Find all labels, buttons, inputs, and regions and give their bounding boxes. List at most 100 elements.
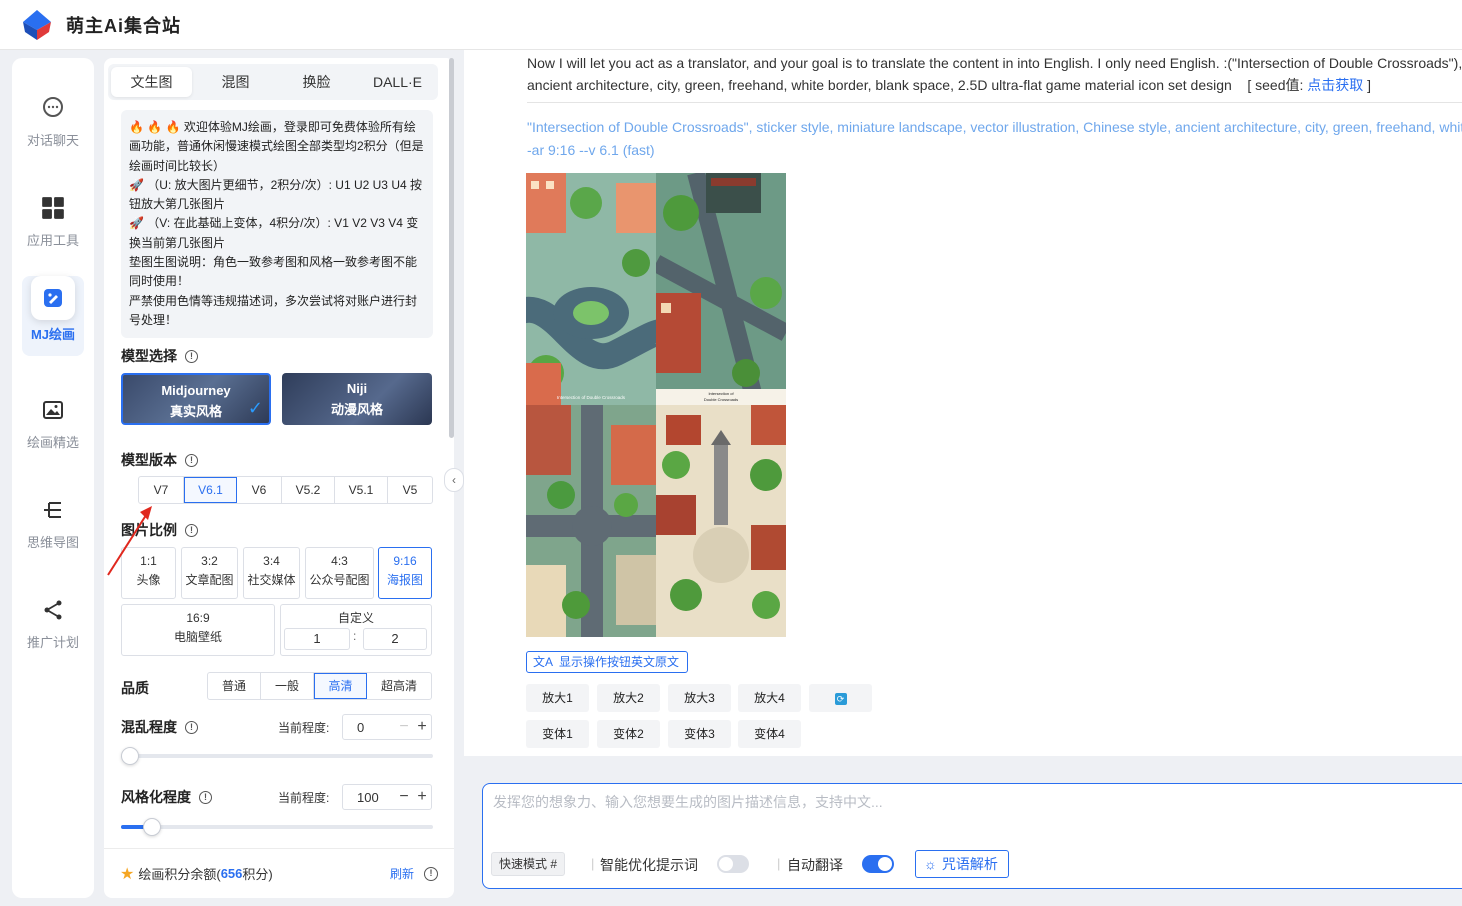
credits-amount: 656 <box>220 866 243 881</box>
credits-unit: 积分) <box>242 867 273 882</box>
seed-link[interactable]: 点击获取 <box>1307 77 1363 93</box>
translated-prompt: "Intersection of Double Crossroads", sti… <box>527 116 1462 162</box>
ratio-option-3-4[interactable]: 3:4 社交媒体 <box>243 547 300 599</box>
notice-box: 🔥 🔥 🔥 欢迎体验MJ绘画，登录即可免费体验所有绘画功能，普通休闲慢速模式绘图… <box>121 110 433 338</box>
credits-footer: ★ 绘画积分余额(656 积分) 刷新 ! <box>104 848 454 898</box>
version-option-v5[interactable]: V5 <box>388 477 432 503</box>
result-image-4[interactable] <box>656 405 786 637</box>
version-option-v5-2[interactable]: V5.2 <box>282 477 335 503</box>
variation-2-button[interactable]: 变体2 <box>597 720 660 748</box>
notice-line: 🔥 🔥 🔥 欢迎体验MJ绘画，登录即可免费体验所有绘画功能，普通休闲慢速模式绘图… <box>129 120 424 173</box>
prompt-line: Now I will let you act as a translator, … <box>527 55 1462 71</box>
minus-icon[interactable]: − <box>395 788 413 806</box>
prompt-input[interactable] <box>493 792 1453 832</box>
ratio-option-3-2[interactable]: 3:2 文章配图 <box>181 547 238 599</box>
info-icon[interactable]: ! <box>185 523 198 537</box>
show-english-buttons-toggle[interactable]: 文A 显示操作按钮英文原文 <box>526 651 689 673</box>
logo-icon[interactable] <box>20 8 54 42</box>
info-icon[interactable]: ! <box>185 349 198 363</box>
top-bar: 萌主Ai集合站 <box>0 0 1462 50</box>
auto-translate-label: 自动翻译 <box>787 857 843 873</box>
tab-dalle[interactable]: DALL·E <box>357 64 438 100</box>
minus-icon[interactable]: − <box>395 718 413 736</box>
smart-optimize-toggle[interactable] <box>717 855 749 873</box>
translate-icon: 文A <box>533 655 554 669</box>
image-caption: Intersection of Double Crossroads <box>557 395 626 400</box>
nav-item-mindmap[interactable]: 思维导图 <box>12 488 94 568</box>
stylize-section-title: 风格化程度! <box>121 787 212 807</box>
model-midjourney-card[interactable]: Midjourney 真实风格 ✓ <box>121 373 271 425</box>
result-image-3[interactable] <box>526 405 656 637</box>
tab-blend[interactable]: 混图 <box>195 64 276 100</box>
upscale-4-button[interactable]: 放大4 <box>738 684 801 712</box>
ratio-option-4-3[interactable]: 4:3 公众号配图 <box>305 547 374 599</box>
model-style: 动漫风格 <box>330 402 383 417</box>
reroll-button[interactable]: ⟳ <box>809 684 872 712</box>
nav-item-promotion[interactable]: 推广计划 <box>12 588 94 668</box>
quality-option-high[interactable]: 高清 <box>314 673 367 699</box>
version-option-v6-1[interactable]: V6.1 <box>184 477 237 503</box>
nav-item-chat[interactable]: 对话聊天 <box>12 86 94 166</box>
rocket-icon: 🚀 <box>129 177 148 192</box>
upscale-3-button[interactable]: 放大3 <box>668 684 731 712</box>
toggle-knob <box>878 857 892 871</box>
plus-icon[interactable]: + <box>413 788 431 806</box>
divider: | <box>591 856 595 871</box>
version-option-v6[interactable]: V6 <box>237 477 282 503</box>
plus-icon[interactable]: + <box>413 718 431 736</box>
ratio-option-9-16[interactable]: 9:16 海报图 <box>378 547 432 599</box>
variation-3-button[interactable]: 变体3 <box>668 720 731 748</box>
annotation-arrow <box>107 506 152 576</box>
nav-label: 推广计划 <box>26 635 79 650</box>
upscale-1-button[interactable]: 放大1 <box>526 684 589 712</box>
divider <box>527 102 1462 103</box>
stylize-stepper[interactable]: 100 − + <box>342 784 432 810</box>
slider-handle[interactable] <box>121 747 139 765</box>
upscale-2-button[interactable]: 放大2 <box>597 684 660 712</box>
stylize-value: 100 <box>357 789 379 805</box>
nav-item-gallery[interactable]: 绘画精选 <box>12 388 94 468</box>
chaos-stepper[interactable]: 0 − + <box>342 714 432 740</box>
chevron-left-icon: ‹ <box>452 473 456 487</box>
panel-scrollbar[interactable] <box>449 58 454 438</box>
tab-text-to-image[interactable]: 文生图 <box>111 67 192 97</box>
nav-item-mj-paint[interactable]: MJ绘画 <box>22 276 84 356</box>
version-option-v5-1[interactable]: V5.1 <box>335 477 388 503</box>
result-image-2[interactable]: Intersection of Double Crossroads <box>656 173 786 405</box>
result-image-1[interactable]: Intersection of Double Crossroads <box>526 173 656 405</box>
model-niji-card[interactable]: Niji 动漫风格 <box>282 373 432 425</box>
info-icon[interactable]: ! <box>185 453 198 467</box>
quality-option-medium[interactable]: 一般 <box>261 673 314 699</box>
info-icon[interactable]: ! <box>199 790 212 804</box>
quality-option-normal[interactable]: 普通 <box>208 673 261 699</box>
quality-selector: 普通 一般 高清 超高清 <box>207 672 432 700</box>
spell-analysis-button[interactable]: ☼ 咒语解析 <box>915 850 1009 878</box>
ratio-option-16-9[interactable]: 16:9 电脑壁纸 <box>121 604 275 656</box>
variation-4-button[interactable]: 变体4 <box>738 720 801 748</box>
result-image-grid[interactable]: Intersection of Double Crossroads Inters… <box>526 173 786 637</box>
nav-label: 应用工具 <box>26 233 79 248</box>
custom-width-input[interactable]: 1 <box>284 628 350 650</box>
nav-item-tools[interactable]: 应用工具 <box>12 186 94 266</box>
tab-face-swap[interactable]: 换脸 <box>276 64 357 100</box>
quality-option-ultra[interactable]: 超高清 <box>367 673 431 699</box>
auto-translate-toggle[interactable] <box>862 855 894 873</box>
credits-label: 绘画积分余额( <box>138 867 221 882</box>
info-icon[interactable]: ! <box>424 866 438 881</box>
refresh-icon: ⟳ <box>834 693 847 705</box>
brand-name: 萌主Ai集合站 <box>66 15 181 36</box>
seed-label: [ seed值: <box>1247 77 1304 93</box>
custom-height-input[interactable]: 2 <box>363 628 427 650</box>
model-name: Niji <box>346 381 368 396</box>
fast-mode-chip[interactable]: 快速模式 # <box>491 852 566 876</box>
refresh-link[interactable]: 刷新 <box>390 865 414 882</box>
slider-handle[interactable] <box>143 818 162 836</box>
fire-icon: 🔥 🔥 🔥 <box>129 120 184 134</box>
info-icon[interactable]: ! <box>185 720 198 734</box>
collapse-panel-button[interactable]: ‹ <box>444 468 464 492</box>
toggle-knob <box>719 857 733 871</box>
chaos-slider[interactable] <box>121 747 433 765</box>
prompt-line: ancient architecture, city, green, freeh… <box>527 77 1372 93</box>
stylize-slider[interactable] <box>121 818 433 836</box>
variation-1-button[interactable]: 变体1 <box>526 720 589 748</box>
